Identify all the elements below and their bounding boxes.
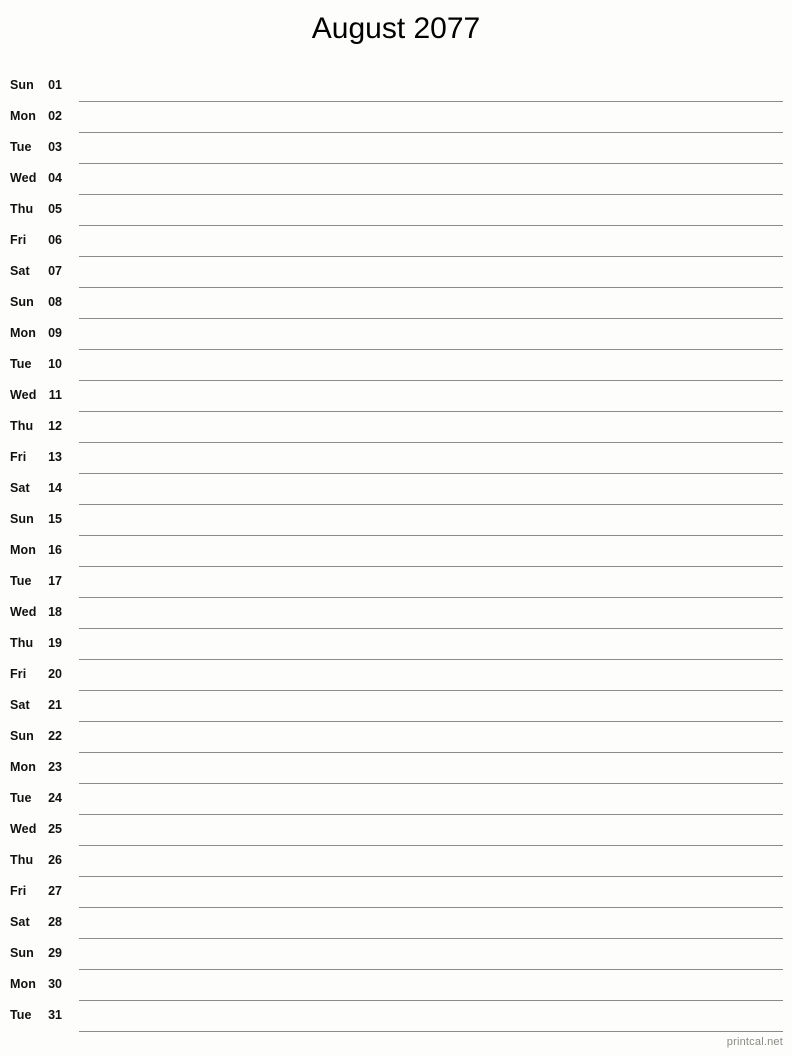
calendar-day-row[interactable]: Mon 23 — [0, 753, 792, 784]
date-number: 12 — [48, 419, 62, 433]
calendar-day-row[interactable]: Thu 12 — [0, 412, 792, 443]
date-number: 19 — [48, 636, 62, 650]
weekday-label: Sat — [10, 264, 30, 278]
date-number: 21 — [48, 698, 62, 712]
weekday-label: Sat — [10, 481, 30, 495]
calendar-day-row[interactable]: Fri 20 — [0, 660, 792, 691]
date-number: 23 — [48, 760, 62, 774]
weekday-label: Sun — [10, 78, 34, 92]
date-number: 18 — [48, 605, 62, 619]
weekday-label: Tue — [10, 140, 32, 154]
date-number: 01 — [48, 78, 62, 92]
weekday-label: Thu — [10, 636, 34, 650]
weekday-label: Wed — [10, 605, 37, 619]
weekday-label: Fri — [10, 233, 27, 247]
date-number: 14 — [48, 481, 62, 495]
date-number: 02 — [48, 109, 62, 123]
date-number: 30 — [48, 977, 62, 991]
weekday-label: Thu — [10, 419, 34, 433]
date-number: 31 — [48, 1008, 62, 1022]
calendar-day-row[interactable]: Mon 16 — [0, 536, 792, 567]
date-number: 16 — [48, 543, 62, 557]
calendar-day-row[interactable]: Mon 09 — [0, 319, 792, 350]
calendar-day-row[interactable]: Sun 22 — [0, 722, 792, 753]
calendar-day-row[interactable]: Tue 03 — [0, 133, 792, 164]
date-number: 03 — [48, 140, 62, 154]
calendar-day-row[interactable]: Sat 28 — [0, 908, 792, 939]
weekday-label: Mon — [10, 109, 36, 123]
date-number: 24 — [48, 791, 62, 805]
weekday-label: Tue — [10, 791, 32, 805]
calendar-day-row[interactable]: Sat 14 — [0, 474, 792, 505]
date-number: 13 — [48, 450, 62, 464]
weekday-label: Wed — [10, 388, 37, 402]
page-title: August 2077 — [311, 12, 481, 45]
calendar-day-row[interactable]: Mon 30 — [0, 970, 792, 1001]
calendar-day-row[interactable]: Sun 01 — [0, 71, 792, 102]
weekday-label: Thu — [10, 853, 34, 867]
weekday-label: Wed — [10, 171, 37, 185]
weekday-label: Thu — [10, 202, 34, 216]
weekday-label: Sun — [10, 946, 34, 960]
calendar-day-row[interactable]: Wed 18 — [0, 598, 792, 629]
weekday-label: Sun — [10, 512, 34, 526]
weekday-label: Sat — [10, 915, 30, 929]
calendar-day-row[interactable]: Fri 06 — [0, 226, 792, 257]
calendar-day-row[interactable]: Tue 31 — [0, 1001, 792, 1032]
weekday-label: Fri — [10, 884, 27, 898]
date-number: 05 — [48, 202, 62, 216]
date-number: 07 — [48, 264, 62, 278]
calendar-day-row[interactable]: Thu 05 — [0, 195, 792, 226]
calendar-day-row[interactable]: Mon 02 — [0, 102, 792, 133]
weekday-label: Mon — [10, 543, 36, 557]
calendar-day-row[interactable]: Sat 07 — [0, 257, 792, 288]
weekday-label: Fri — [10, 450, 27, 464]
weekday-label: Mon — [10, 760, 36, 774]
date-number: 20 — [48, 667, 62, 681]
calendar-day-row[interactable]: Wed 11 — [0, 381, 792, 412]
date-number: 28 — [48, 915, 62, 929]
calendar-day-row[interactable]: Tue 24 — [0, 784, 792, 815]
calendar-day-row[interactable]: Thu 19 — [0, 629, 792, 660]
date-number: 06 — [48, 233, 62, 247]
calendar-day-list: Sun 01 Mon 02 Tue 03 Wed 04 Thu 05 Fri 06 Sat 07 Sun 08… — [0, 71, 792, 1032]
calendar-day-row[interactable]: Fri 13 — [0, 443, 792, 474]
calendar-day-row[interactable]: Sun 29 — [0, 939, 792, 970]
date-number: 15 — [48, 512, 62, 526]
date-number: 26 — [48, 853, 62, 867]
calendar-day-row[interactable]: Fri 27 — [0, 877, 792, 908]
calendar-day-row[interactable]: Wed 04 — [0, 164, 792, 195]
weekday-label: Fri — [10, 667, 27, 681]
date-number: 27 — [48, 884, 62, 898]
calendar-day-row[interactable]: Wed 25 — [0, 815, 792, 846]
calendar-day-row[interactable]: Thu 26 — [0, 846, 792, 877]
date-number: 04 — [48, 171, 62, 185]
weekday-label: Tue — [10, 574, 32, 588]
date-number: 17 — [48, 574, 62, 588]
date-number: 29 — [48, 946, 62, 960]
calendar-day-row[interactable]: Sun 08 — [0, 288, 792, 319]
calendar-day-row[interactable]: Sat 21 — [0, 691, 792, 722]
weekday-label: Tue — [10, 357, 32, 371]
weekday-label: Sun — [10, 729, 34, 743]
date-number: 22 — [48, 729, 62, 743]
writing-line[interactable] — [79, 1031, 783, 1032]
date-number: 08 — [48, 295, 62, 309]
date-number: 11 — [48, 388, 62, 402]
weekday-label: Mon — [10, 977, 36, 991]
footer-attribution: printcal.net — [726, 1036, 783, 1048]
weekday-label: Sun — [10, 295, 34, 309]
weekday-label: Tue — [10, 1008, 32, 1022]
calendar-day-row[interactable]: Sun 15 — [0, 505, 792, 536]
calendar-page: August 2077 Sun 01 Mon 02 Tue 03 Wed 04 Thu 05 Fri… — [0, 0, 792, 1056]
weekday-label: Wed — [10, 822, 37, 836]
date-number: 09 — [48, 326, 62, 340]
calendar-day-row[interactable]: Tue 10 — [0, 350, 792, 381]
weekday-label: Mon — [10, 326, 36, 340]
date-number: 10 — [48, 357, 62, 371]
weekday-label: Sat — [10, 698, 30, 712]
calendar-day-row[interactable]: Tue 17 — [0, 567, 792, 598]
date-number: 25 — [48, 822, 62, 836]
